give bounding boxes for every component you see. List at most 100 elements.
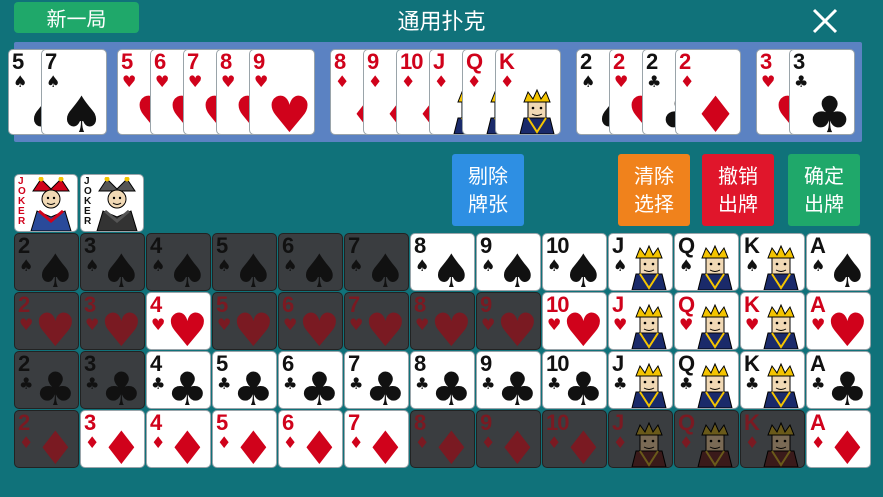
grid-card[interactable]: 9 ♣ ♣ <box>476 351 541 409</box>
card-rank: 3 <box>760 49 772 74</box>
grid-card[interactable]: 4 ♣ ♣ <box>146 351 211 409</box>
heart-icon: ♥ <box>349 315 364 334</box>
grid-card[interactable]: Q ♣ <box>674 351 739 409</box>
grid-card[interactable]: Q ♥ <box>674 292 739 350</box>
card-rank: 10 <box>400 49 424 74</box>
spade-icon: ♠ <box>232 244 274 291</box>
grid-card[interactable]: 5 ♦ ♦ <box>212 410 277 468</box>
heart-icon: ♥ <box>415 315 430 334</box>
club-icon: ♣ <box>85 374 100 393</box>
spade-icon: ♠ <box>415 256 430 275</box>
grid-card[interactable]: K ♠ <box>740 233 805 291</box>
grid-card[interactable]: Q ♠ <box>674 233 739 291</box>
diamond-icon: ♦ <box>100 421 142 468</box>
grid-card[interactable]: 5 ♣ ♣ <box>212 351 277 409</box>
grid-card: 2 ♦ ♦ <box>14 410 79 468</box>
page-title: 通用扑克 <box>397 10 486 35</box>
club-icon: ♣ <box>166 362 208 409</box>
grid-card: 8 ♦ ♦ <box>410 410 475 468</box>
grid-card[interactable]: 6 ♦ ♦ <box>278 410 343 468</box>
diamond-icon: ♦ <box>430 421 472 468</box>
diamond-icon: ♦ <box>547 433 562 452</box>
confirm-play-button[interactable]: 确定 出牌 <box>788 154 860 226</box>
remove-cards-button[interactable]: 剔除 牌张 <box>452 154 524 226</box>
spade-icon: ♠ <box>364 244 406 291</box>
grid-card[interactable]: 10 ♥ ♥ <box>542 292 607 350</box>
card-rank: Q <box>466 49 483 74</box>
club-icon: ♣ <box>34 362 76 409</box>
card-rank: 5 <box>216 233 228 258</box>
grid-card: 3 ♠ ♠ <box>80 233 145 291</box>
confirm-play-label-1: 确定 <box>804 164 844 188</box>
grid-card: 6 ♥ ♥ <box>278 292 343 350</box>
diamond-icon: ♦ <box>349 433 364 452</box>
black-joker-card[interactable]: JOKER <box>80 174 144 232</box>
card-rank: 3 <box>84 233 96 258</box>
diamond-icon: ♦ <box>811 433 826 452</box>
card-rank: 3 <box>84 351 96 376</box>
grid-card[interactable]: 10 ♠ ♠ <box>542 233 607 291</box>
remove-cards-label-2: 牌张 <box>468 192 508 216</box>
grid-card[interactable]: 4 ♦ ♦ <box>146 410 211 468</box>
card-rank: J <box>433 49 445 74</box>
card-rank: 5 <box>216 292 228 317</box>
grid-card[interactable]: 8 ♣ ♣ <box>410 351 475 409</box>
grid-card: 10 ♦ ♦ <box>542 410 607 468</box>
grid-card[interactable]: K ♣ <box>740 351 805 409</box>
diamond-icon: ♦ <box>232 421 274 468</box>
diamond-icon: ♦ <box>467 72 482 91</box>
grid-card[interactable]: A ♣ ♣ <box>806 351 871 409</box>
face-figure-icon <box>626 421 672 467</box>
grid-card[interactable]: J ♥ <box>608 292 673 350</box>
grid-card[interactable]: J ♠ <box>608 233 673 291</box>
club-icon: ♣ <box>19 374 34 393</box>
diamond-icon: ♦ <box>693 86 738 135</box>
club-icon: ♣ <box>811 374 826 393</box>
grid-card[interactable]: A ♠ ♠ <box>806 233 871 291</box>
grid-card[interactable]: J ♣ <box>608 351 673 409</box>
card-rank: A <box>810 233 826 258</box>
grid-card[interactable]: K ♥ <box>740 292 805 350</box>
club-icon: ♣ <box>100 362 142 409</box>
card-rank: 7 <box>348 233 360 258</box>
grid-card[interactable]: 6 ♣ ♣ <box>278 351 343 409</box>
undo-play-label-1: 撤销 <box>718 164 758 188</box>
spade-icon: ♠ <box>283 256 298 275</box>
card-rank: 7 <box>348 292 360 317</box>
undo-play-button[interactable]: 撤销 出牌 <box>702 154 774 226</box>
face-figure-icon <box>514 88 560 134</box>
spade-icon: ♠ <box>34 244 76 291</box>
club-icon: ♣ <box>496 362 538 409</box>
grid-card[interactable]: 3 ♦ ♦ <box>80 410 145 468</box>
diamond-icon: ♦ <box>826 421 868 468</box>
grid-card[interactable]: 10 ♣ ♣ <box>542 351 607 409</box>
heart-icon: ♥ <box>217 315 232 334</box>
grid-card[interactable]: A ♦ ♦ <box>806 410 871 468</box>
grid-card: K ♦ <box>740 410 805 468</box>
grid-card[interactable]: 9 ♠ ♠ <box>476 233 541 291</box>
clear-selection-label-1: 清除 <box>634 164 674 188</box>
card-rank: 8 <box>334 49 346 74</box>
heart-icon: ♥ <box>481 315 496 334</box>
red-joker-card[interactable]: JOKER <box>14 174 78 232</box>
grid-card[interactable]: 4 ♥ ♥ <box>146 292 211 350</box>
card-rank: A <box>810 351 826 376</box>
club-icon: ♣ <box>232 362 274 409</box>
grid-card[interactable]: A ♥ ♥ <box>806 292 871 350</box>
grid-card[interactable]: 7 ♦ ♦ <box>344 410 409 468</box>
card-rank: 9 <box>367 49 379 74</box>
grid-card[interactable]: 8 ♠ ♠ <box>410 233 475 291</box>
close-icon[interactable] <box>808 4 842 38</box>
card-rank: J <box>612 233 624 258</box>
tray-card: 9 ♥ ♥ <box>249 49 315 135</box>
card-rank: 5 <box>121 49 133 74</box>
clear-selection-button[interactable]: 清除 选择 <box>618 154 690 226</box>
card-rank: 9 <box>480 351 492 376</box>
heart-icon: ♥ <box>232 303 274 350</box>
grid-card[interactable]: 7 ♣ ♣ <box>344 351 409 409</box>
tray-card: 7 ♠ ♠ <box>41 49 107 135</box>
grid-card: 4 ♠ ♠ <box>146 233 211 291</box>
card-rank: 6 <box>282 233 294 258</box>
spade-icon: ♠ <box>217 256 232 275</box>
card-rank: 7 <box>187 49 199 74</box>
